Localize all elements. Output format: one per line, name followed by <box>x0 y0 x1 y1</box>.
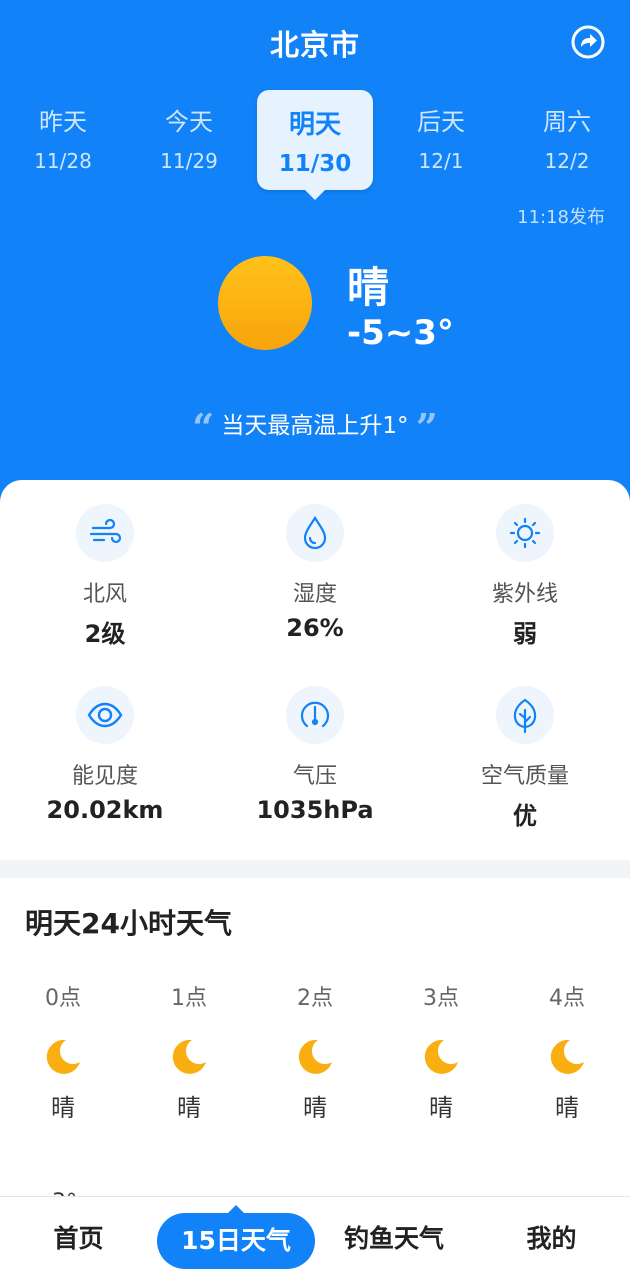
day-tab-saturday[interactable]: 周六 12/2 <box>509 90 625 190</box>
hourly-forecast-section: 明天24小时天气 0点 晴 1点 晴 2点 晴 3点 晴 4点 晴 <box>0 878 630 1208</box>
stat-visibility: 能见度 20.02km <box>0 686 210 824</box>
nav-15day-forecast[interactable]: 15日天气 <box>157 1205 315 1269</box>
stat-label: 能见度 <box>71 764 138 789</box>
stat-value: 弱 <box>513 620 537 648</box>
open-quote-icon: “ <box>192 405 215 450</box>
weather-condition: 晴 <box>347 263 390 312</box>
day-name: 后天 <box>417 108 465 136</box>
stat-value: 20.02km <box>46 796 164 824</box>
day-name: 周六 <box>543 108 591 136</box>
wind-icon <box>76 504 134 562</box>
nav-home[interactable]: 首页 <box>0 1197 157 1281</box>
stat-label: 北风 <box>82 582 127 607</box>
hour-condition: 晴 <box>555 1094 579 1122</box>
hour-condition: 晴 <box>429 1094 453 1122</box>
stat-pressure: 气压 1035hPa <box>210 686 420 824</box>
day-name: 昨天 <box>39 108 87 136</box>
day-tab-today[interactable]: 今天 11/29 <box>131 90 247 190</box>
stat-label: 气压 <box>292 764 337 789</box>
moon-icon <box>424 1039 458 1074</box>
eye-icon <box>76 686 134 744</box>
stat-wind: 北风 2级 <box>0 504 210 649</box>
droplet-icon <box>286 504 344 562</box>
moon-icon <box>172 1039 206 1074</box>
sun-icon <box>218 256 312 350</box>
stat-label: 紫外线 <box>491 582 558 607</box>
city-title[interactable]: 北京市 <box>0 22 630 64</box>
stat-label: 空气质量 <box>480 764 569 789</box>
stat-label: 湿度 <box>292 582 337 607</box>
stat-value: 1035hPa <box>256 796 374 824</box>
uv-sun-icon <box>496 504 554 562</box>
nav-fishing-weather[interactable]: 钓鱼天气 <box>315 1197 473 1281</box>
hour-item: 1点 晴 <box>126 980 252 1123</box>
close-quote-icon: ” <box>415 405 438 450</box>
stat-value: 2级 <box>84 620 126 648</box>
gauge-icon <box>286 686 344 744</box>
day-date: 11/30 <box>278 151 352 177</box>
day-selector: 昨天 11/28 今天 11/29 明天 11/30 后天 12/1 周六 12… <box>0 90 630 200</box>
day-date: 12/1 <box>418 149 464 173</box>
hour-item: 2点 晴 <box>252 980 378 1123</box>
stat-uv: 紫外线 弱 <box>420 504 630 649</box>
stat-value: 优 <box>513 802 537 830</box>
moon-icon <box>46 1039 80 1074</box>
leaf-icon <box>496 686 554 744</box>
stat-air-quality: 空气质量 优 <box>420 686 630 831</box>
day-date: 11/29 <box>160 149 218 173</box>
nav-mine[interactable]: 我的 <box>473 1197 630 1281</box>
weather-details-card: 北风 2级 湿度 26% 紫外线 弱 能见度 20.02km 气压 1035hP… <box>0 480 630 860</box>
moon-icon <box>298 1039 332 1074</box>
hour-condition: 晴 <box>303 1094 327 1122</box>
tip-text: 当天最高温上升1° <box>221 413 409 439</box>
hour-item: 0点 晴 <box>0 980 126 1123</box>
hourly-title: 明天24小时天气 <box>25 907 232 940</box>
day-date: 11/28 <box>34 149 92 173</box>
stat-humidity: 湿度 26% <box>210 504 420 642</box>
day-tab-after-tomorrow[interactable]: 后天 12/1 <box>383 90 499 190</box>
hour-time: 0点 <box>45 986 81 1011</box>
weather-tip: “ 当天最高温上升1° ” <box>0 405 630 450</box>
share-icon[interactable] <box>571 25 605 59</box>
hour-time: 2点 <box>297 986 333 1011</box>
day-name: 今天 <box>165 108 213 136</box>
hour-item: 3点 晴 <box>378 980 504 1123</box>
temperature-range: -5~3° <box>347 313 454 353</box>
hour-time: 4点 <box>549 986 585 1011</box>
moon-icon <box>550 1039 584 1074</box>
hour-item: 4点 晴 <box>504 980 630 1123</box>
hour-time: 1点 <box>171 986 207 1011</box>
day-tab-tomorrow[interactable]: 明天 11/30 <box>257 90 373 200</box>
hour-condition: 晴 <box>177 1094 201 1122</box>
bottom-nav: 首页 15日天气 钓鱼天气 我的 <box>0 1196 630 1281</box>
hour-condition: 晴 <box>51 1094 75 1122</box>
day-tab-yesterday[interactable]: 昨天 11/28 <box>5 90 121 190</box>
publish-time: 11:18发布 <box>517 207 605 228</box>
weather-hero: 北京市 昨天 11/28 今天 11/29 明天 11/30 后天 12/1 周… <box>0 0 630 520</box>
stat-value: 26% <box>286 614 344 642</box>
day-date: 12/2 <box>544 149 590 173</box>
hour-time: 3点 <box>423 986 459 1011</box>
day-name: 明天 <box>288 110 341 140</box>
